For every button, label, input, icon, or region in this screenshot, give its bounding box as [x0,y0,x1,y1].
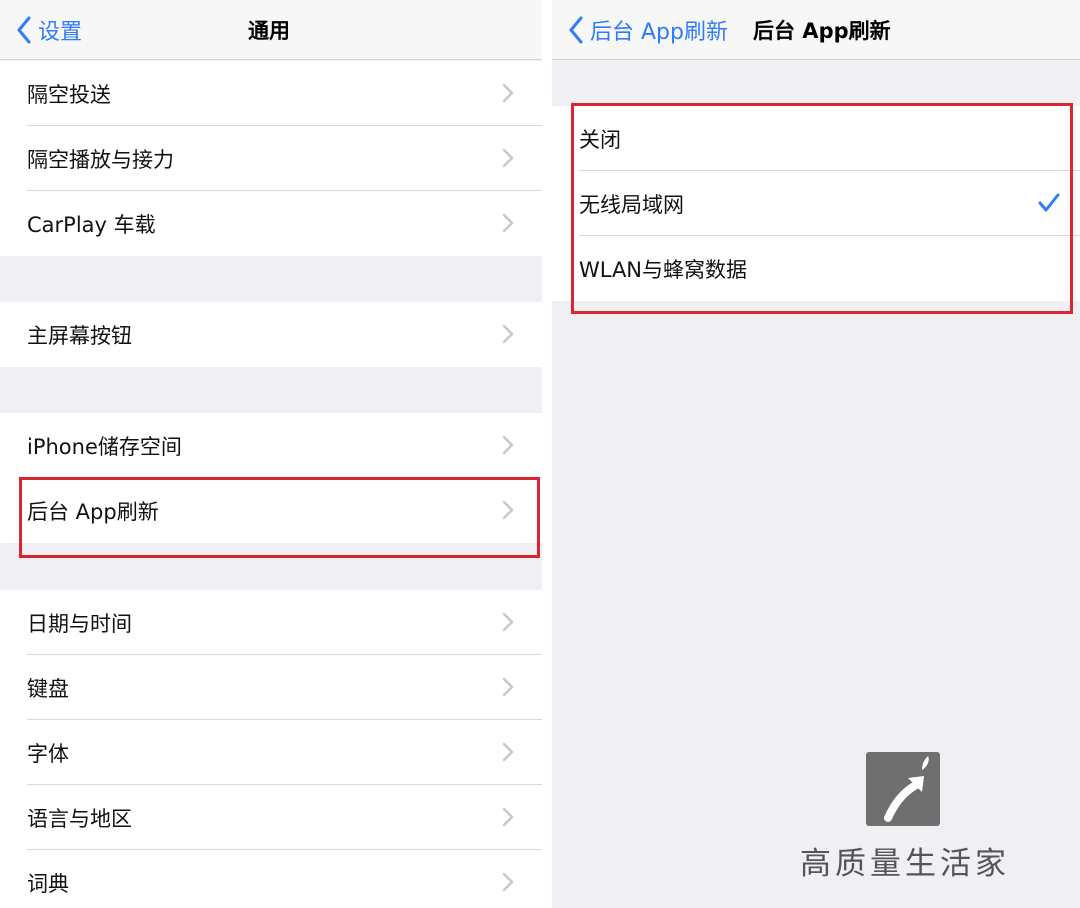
row-home-button[interactable]: 主屏幕按钮 [0,302,542,367]
row-fonts[interactable]: 字体 [0,720,542,785]
row-label: 字体 [27,741,69,766]
row-date-time[interactable]: 日期与时间 [0,590,542,655]
back-label: 设置 [38,20,83,45]
background-app-refresh-screen: 后台 App刷新 后台 App刷新 关闭 无线局域网 WLAN与蜂窝数据 高质量… [552,0,1080,908]
highlight-box [571,103,1073,314]
row-label: 日期与时间 [27,611,132,636]
row-iphone-storage[interactable]: iPhone储存空间 [0,413,542,478]
row-label: iPhone储存空间 [27,434,182,459]
chevron-right-icon [502,872,514,892]
settings-group-2: 主屏幕按钮 [0,302,542,367]
watermark-logo [866,752,940,826]
chevron-right-icon [502,807,514,827]
settings-group-4: 日期与时间 键盘 字体 语言与地区 词典 [0,590,542,908]
row-dictionary[interactable]: 词典 [0,850,542,908]
back-button[interactable]: 设置 [16,0,82,60]
chevron-right-icon [502,742,514,762]
nav-bar: 设置 通用 [0,0,542,60]
chevron-right-icon [502,612,514,632]
row-label: 主屏幕按钮 [27,323,132,348]
chevron-right-icon [502,435,514,455]
row-label: 键盘 [27,676,69,701]
page-title: 后台 App刷新 [753,19,891,43]
row-airplay-handoff[interactable]: 隔空播放与接力 [0,126,542,191]
chevron-left-icon [17,16,31,44]
row-label: 隔空播放与接力 [27,147,174,172]
page-title: 通用 [248,19,290,43]
row-label: CarPlay 车载 [27,212,156,237]
chevron-right-icon [502,83,514,103]
chevron-right-icon [502,148,514,168]
back-label: 后台 App刷新 [590,20,728,45]
arrow-leaf-icon [884,756,929,822]
chevron-right-icon [502,213,514,233]
chevron-right-icon [502,324,514,344]
row-keyboard[interactable]: 键盘 [0,655,542,720]
nav-bar: 后台 App刷新 后台 App刷新 [552,0,1080,60]
watermark-text: 高质量生活家 [800,846,1010,882]
general-settings-screen: 设置 通用 隔空投送 隔空播放与接力 CarPlay 车载 主屏幕按钮 iPho… [0,0,542,908]
row-airdrop[interactable]: 隔空投送 [0,61,542,126]
row-label: 隔空投送 [27,82,111,107]
settings-group-1: 隔空投送 隔空播放与接力 CarPlay 车载 [0,61,542,256]
row-label: 词典 [27,871,69,896]
row-label: 语言与地区 [27,806,132,831]
chevron-right-icon [502,677,514,697]
row-carplay[interactable]: CarPlay 车载 [0,191,542,256]
chevron-left-icon [569,16,583,44]
highlight-box [19,477,540,558]
row-language-region[interactable]: 语言与地区 [0,785,542,850]
back-button[interactable]: 后台 App刷新 [568,0,728,60]
